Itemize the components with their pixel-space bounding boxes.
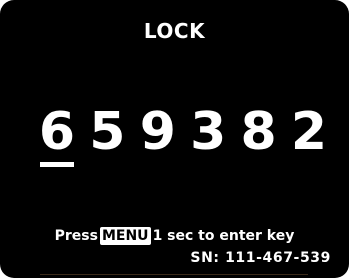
- bottom-divider: [40, 274, 308, 275]
- code-digit-6[interactable]: 2: [290, 104, 328, 160]
- code-digit-3[interactable]: 9: [139, 104, 177, 160]
- instruction-text: Press MENU 1 sec to enter key: [0, 226, 349, 246]
- screen-title: LOCK: [143, 19, 206, 43]
- code-digit-4[interactable]: 3: [189, 104, 227, 160]
- instruction-prefix: Press: [54, 228, 98, 244]
- lock-code: 6 5 9 3 8 2: [38, 104, 328, 168]
- menu-key-badge: MENU: [99, 227, 151, 245]
- lock-screen: LOCK 6 5 9 3 8 2 Press MENU 1 sec to enter…: [0, 0, 349, 278]
- code-digit-5[interactable]: 8: [240, 104, 278, 160]
- serial-number: SN: 111-467-539: [190, 250, 331, 266]
- code-digit-1-selected[interactable]: 6: [38, 104, 76, 167]
- code-digit-2[interactable]: 5: [88, 104, 126, 160]
- instruction-suffix: 1 sec to enter key: [152, 228, 295, 244]
